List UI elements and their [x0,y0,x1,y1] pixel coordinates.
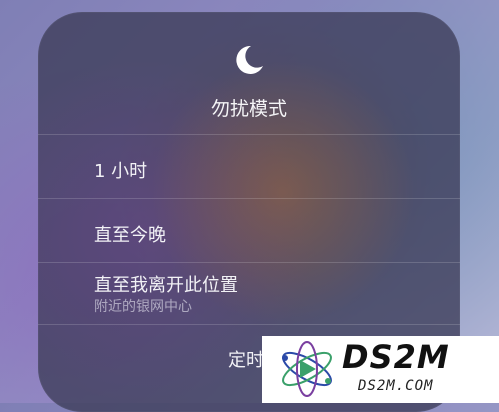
schedule-button[interactable]: 定时 [228,346,264,372]
atom-logo-icon [282,341,332,397]
watermark: DS2M DS2M.COM [262,336,499,403]
option-location-sublabel: 附近的银网中心 [94,299,192,315]
divider [38,134,460,135]
panel-title: 勿扰模式 [210,98,287,120]
option-until-tonight[interactable]: 直至今晚 [94,221,166,247]
watermark-title: DS2M [342,338,450,376]
watermark-subtitle: DS2M.COM [358,378,434,394]
divider [38,324,460,325]
divider [38,262,460,263]
option-1-hour[interactable]: 1 小时 [94,157,147,183]
option-until-leave-location[interactable]: 直至我离开此位置 [94,271,238,297]
moon-icon [236,45,263,74]
divider [38,198,460,199]
